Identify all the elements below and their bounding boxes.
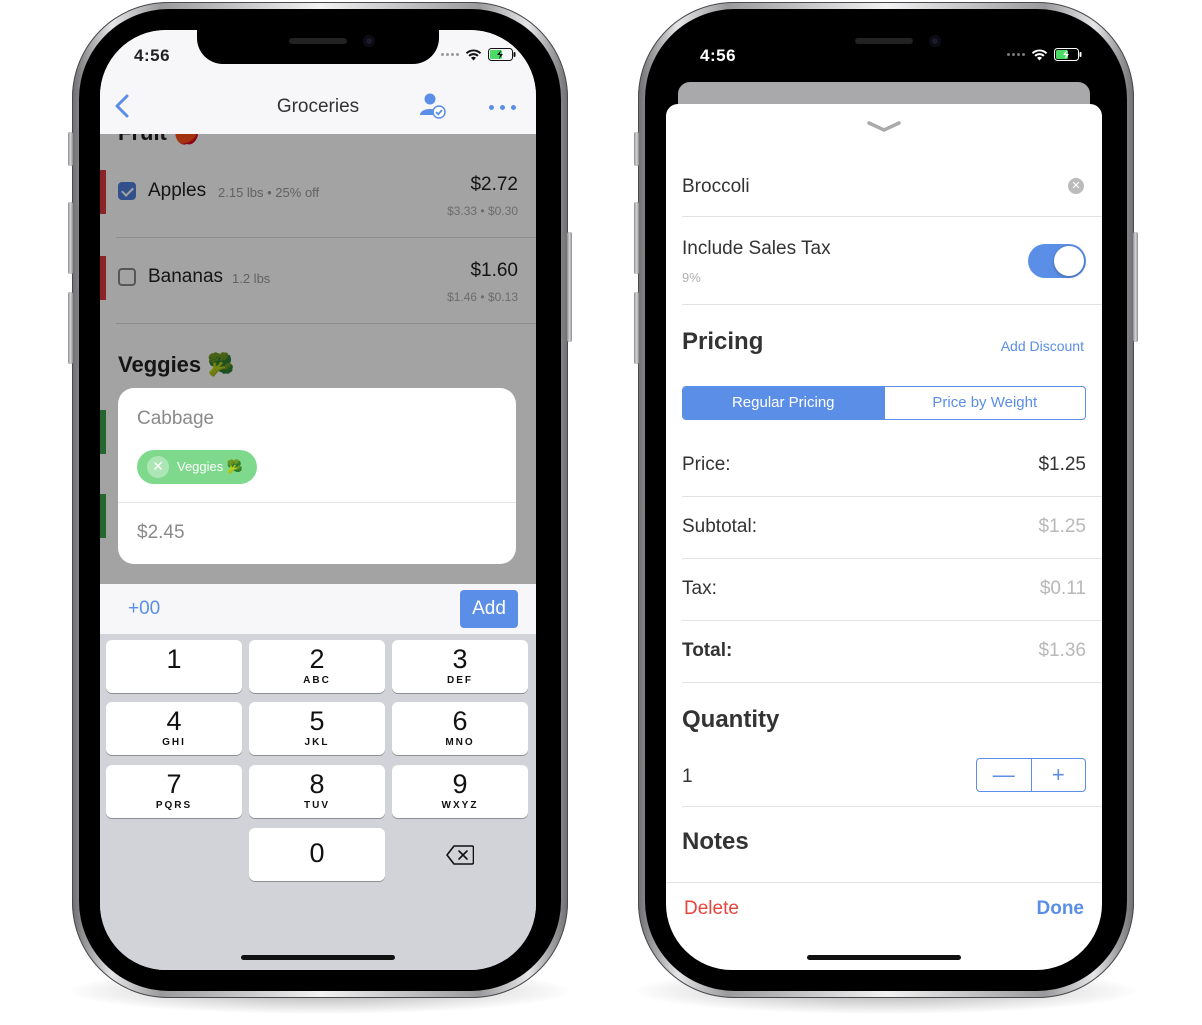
left-phone-frame: 4:56 Groceries Fruit 🍎: [68, 2, 572, 998]
status-icons: [1007, 48, 1082, 61]
left-phone-screen: 4:56 Groceries Fruit 🍎: [100, 30, 536, 970]
quick-add-zeros-button[interactable]: +00: [128, 598, 160, 620]
delete-key-icon: [446, 844, 474, 865]
sales-tax-rate: 9%: [682, 270, 701, 285]
total-value: $1.36: [1038, 640, 1086, 661]
notes-heading: Notes: [682, 828, 749, 855]
sales-tax-label: Include Sales Tax: [682, 238, 831, 259]
delete-button[interactable]: Delete: [684, 898, 739, 920]
clear-x-icon[interactable]: ✕: [1068, 178, 1084, 194]
segment-regular-pricing[interactable]: Regular Pricing: [683, 387, 884, 419]
total-label: Total:: [682, 640, 733, 661]
quantity-heading: Quantity: [682, 706, 780, 733]
wifi-icon: [1031, 48, 1048, 60]
key-9[interactable]: 9 WXYZ: [392, 765, 528, 818]
power-button: [1133, 232, 1138, 342]
row-divider: [682, 806, 1102, 807]
quantity-stepper: — +: [976, 758, 1086, 792]
key-5[interactable]: 5 JKL: [249, 702, 385, 755]
total-row: Total: $1.36: [682, 620, 1102, 683]
key-6[interactable]: 6 MNO: [392, 702, 528, 755]
sheet-grabber[interactable]: [866, 120, 902, 139]
price-row[interactable]: Price: $1.25: [682, 434, 1102, 497]
subtotal-label: Subtotal:: [682, 516, 757, 537]
sales-tax-toggle[interactable]: [1028, 244, 1086, 278]
add-item-button[interactable]: Add: [460, 590, 518, 628]
done-button[interactable]: Done: [1037, 898, 1085, 920]
status-time: 4:56: [700, 46, 737, 65]
pricing-heading: Pricing: [682, 328, 764, 355]
notch: [763, 30, 1005, 64]
subtotal-row: Subtotal: $1.25: [682, 496, 1102, 559]
battery-charging-icon: [488, 48, 516, 61]
delete-key[interactable]: [392, 828, 528, 881]
keyboard-accessory-bar: +00 Add: [100, 584, 536, 634]
row-divider: [682, 216, 1102, 217]
footer-divider: [666, 882, 1102, 883]
key-2[interactable]: 2 ABC: [249, 640, 385, 693]
signal-icon: [441, 53, 459, 56]
add-discount-link[interactable]: Add Discount: [1001, 338, 1084, 354]
category-tag-label: Veggies 🥦: [177, 459, 244, 474]
volume-up-button: [68, 202, 73, 274]
price-label: Price:: [682, 454, 731, 475]
item-name-field[interactable]: Broccoli: [682, 176, 750, 198]
tax-value: $0.11: [1039, 578, 1086, 599]
key-3[interactable]: 3 DEF: [392, 640, 528, 693]
subtotal-value: $1.25: [1038, 516, 1086, 537]
quantity-value[interactable]: 1: [682, 766, 693, 788]
pricing-mode-segmented-control: Regular Pricing Price by Weight: [682, 386, 1086, 420]
battery-charging-icon: [1054, 48, 1082, 61]
more-dots-icon: [489, 104, 494, 110]
nav-title: Groceries: [276, 96, 360, 117]
add-item-card: Cabbage ✕ Veggies 🥦 $2.45: [118, 388, 516, 564]
edit-item-sheet: Broccoli ✕ Include Sales Tax 9% Pricing …: [666, 104, 1102, 970]
notch: [197, 30, 439, 64]
segment-price-by-weight[interactable]: Price by Weight: [883, 387, 1086, 419]
volume-down-button: [68, 292, 73, 364]
more-options-button[interactable]: [489, 96, 516, 118]
new-item-name-input[interactable]: Cabbage: [137, 408, 214, 430]
key-0[interactable]: 0: [249, 828, 385, 881]
new-item-price-input[interactable]: $2.45: [137, 522, 185, 544]
price-value[interactable]: $1.25: [1038, 454, 1086, 476]
decrement-button[interactable]: —: [977, 759, 1031, 791]
right-phone-frame: 4:56 Broccoli ✕ Include Sales Tax 9% Pri…: [634, 2, 1138, 998]
key-4[interactable]: 4 GHI: [106, 702, 242, 755]
status-icons: [441, 48, 516, 61]
volume-down-button: [634, 292, 639, 364]
remove-tag-icon[interactable]: ✕: [147, 456, 169, 478]
home-indicator[interactable]: [241, 955, 395, 960]
tax-row: Tax: $0.11: [682, 558, 1102, 621]
key-1[interactable]: 1: [106, 640, 242, 693]
share-user-icon: [420, 93, 446, 119]
sheet-grabber-icon: [867, 121, 901, 132]
mute-switch: [634, 132, 639, 166]
tax-label: Tax:: [682, 578, 717, 599]
right-phone-screen: 4:56 Broccoli ✕ Include Sales Tax 9% Pri…: [666, 30, 1102, 970]
key-7[interactable]: 7 PQRS: [106, 765, 242, 818]
status-time: 4:56: [134, 46, 171, 65]
toggle-knob: [1054, 246, 1084, 276]
number-keypad: 1 2 ABC 3 DEF 4 GHI 5 JKL 6 MNO 7 PQRS 8 TUV 9W…: [100, 634, 536, 970]
home-indicator[interactable]: [807, 955, 961, 960]
share-list-button[interactable]: [418, 90, 448, 125]
category-tag[interactable]: ✕ Veggies 🥦: [137, 450, 258, 484]
card-divider: [118, 502, 516, 503]
volume-up-button: [634, 202, 639, 274]
key-8[interactable]: 8 TUV: [249, 765, 385, 818]
mute-switch: [68, 132, 73, 166]
power-button: [567, 232, 572, 342]
row-divider: [682, 304, 1102, 305]
increment-button[interactable]: +: [1030, 759, 1086, 791]
signal-icon: [1007, 53, 1025, 56]
wifi-icon: [465, 48, 482, 60]
